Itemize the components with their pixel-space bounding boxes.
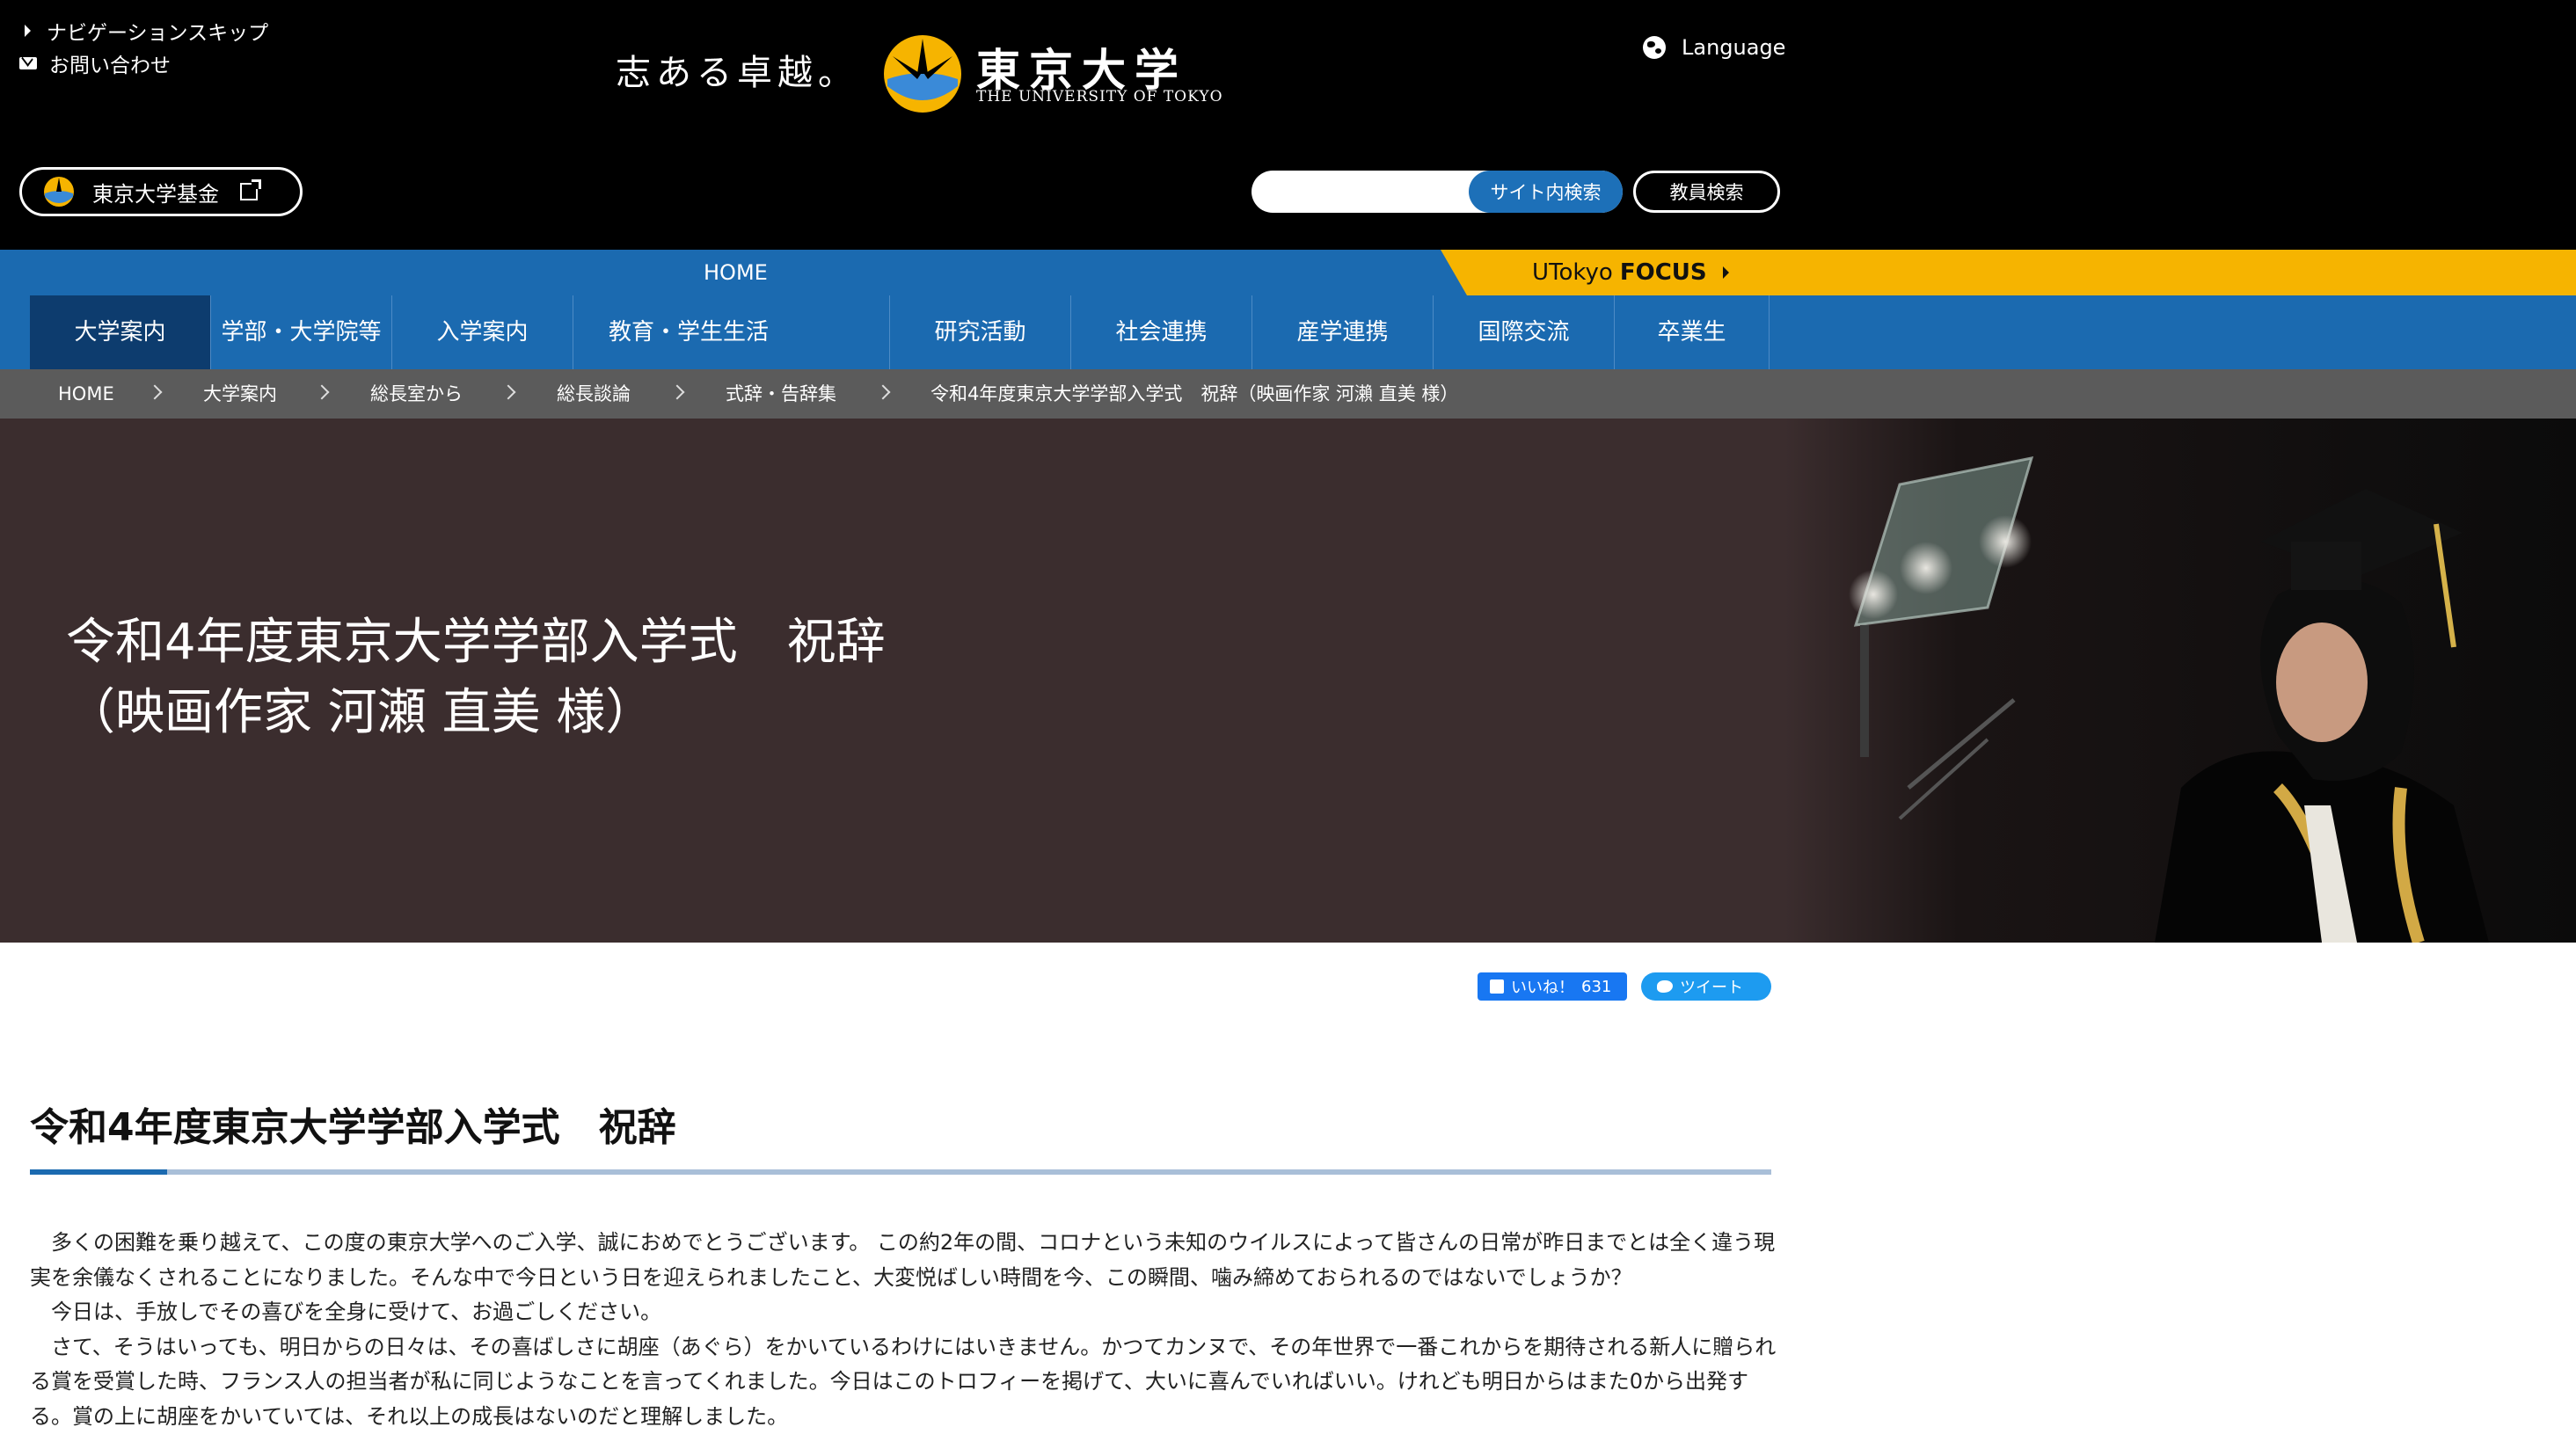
thumbs-up-icon [1490, 979, 1504, 994]
speaker-photo [1785, 419, 2576, 943]
breadcrumb-president-office[interactable]: 総長室から [370, 369, 463, 419]
nav-item-admissions[interactable]: 入学案内 [392, 295, 573, 369]
fund-label: 東京大学基金 [92, 181, 219, 207]
nav-item-about[interactable]: 大学案内 [30, 295, 210, 369]
breadcrumb-president-talks[interactable]: 総長談論 [557, 369, 631, 419]
utokyo-fund-button[interactable]: 東京大学基金 [19, 167, 303, 216]
tweet-button[interactable]: ツイート [1641, 972, 1771, 1001]
caret-right-icon [1722, 266, 1729, 279]
utokyo-focus-link[interactable]: UTokyo FOCUS [1532, 250, 1729, 295]
title-underline [30, 1169, 1771, 1175]
nav-divider [1769, 295, 1770, 369]
breadcrumb-current: 令和4年度東京大学学部入学式 祝辞（映画作家 河瀨 直美 様） [930, 383, 1459, 404]
tweet-label: ツイート [1680, 979, 1743, 997]
globe-icon [1643, 36, 1666, 59]
nav-divider [391, 295, 392, 369]
site-search-input[interactable] [1269, 176, 1466, 209]
faculty-search-button[interactable]: 教員検索 [1633, 171, 1780, 213]
contact-link[interactable]: お問い合わせ [19, 48, 171, 78]
contact-label: お問い合わせ [49, 55, 171, 77]
focus-prefix: UTokyo [1532, 259, 1613, 286]
language-switcher[interactable]: Language [1643, 35, 1785, 60]
nav-divider [1433, 295, 1434, 369]
site-header: ナビゲーションスキップ お問い合わせ 志ある卓越。 東京大学 THE UNIVE… [0, 0, 2576, 250]
nav-item-social-engagement[interactable]: 社会連携 [1071, 295, 1252, 369]
article-body: 多くの困難を乗り越えて、この度の東京大学へのご入学、誠におめでとうございます。 … [30, 1226, 1780, 1434]
external-link-icon [240, 179, 261, 200]
nav-item-faculties[interactable]: 学部・大学院等 [211, 295, 391, 369]
focus-bold: FOCUS [1619, 259, 1707, 286]
nav-divider [1614, 295, 1615, 369]
hero-title-line2: （映画作家 河瀬 直美 様） [66, 684, 655, 741]
caret-right-icon [25, 25, 31, 37]
skip-navigation-label: ナビゲーションスキップ [47, 22, 269, 45]
nav-divider [210, 295, 211, 369]
like-label: いいね！ [1511, 979, 1574, 997]
home-link[interactable]: HOME [704, 250, 768, 295]
hero-title: 令和4年度東京大学学部入学式 祝辞 （映画作家 河瀬 直美 様） [66, 608, 886, 748]
nav-item-research[interactable]: 研究活動 [890, 295, 1070, 369]
university-logo-en: THE UNIVERSITY OF TOKYO [976, 88, 1223, 106]
breadcrumb-home[interactable]: HOME [58, 369, 114, 419]
article-paragraph: 今日は、手放しでその喜びを全身に受けて、お過ごしください。 [30, 1300, 662, 1324]
skip-navigation-link[interactable]: ナビゲーションスキップ [19, 16, 268, 46]
article-title: 令和4年度東京大学学部入学式 祝辞 [30, 1105, 676, 1150]
fund-emblem-icon [44, 177, 74, 207]
like-count: 631 [1581, 977, 1612, 996]
ginkgo-emblem-icon[interactable] [882, 33, 963, 114]
nav-item-alumni[interactable]: 卒業生 [1615, 295, 1769, 369]
site-search-button[interactable]: サイト内検索 [1469, 171, 1623, 213]
breadcrumb-about[interactable]: 大学案内 [203, 369, 277, 419]
facebook-like-button[interactable]: いいね！ 631 [1478, 972, 1627, 1001]
hero-title-line1: 令和4年度東京大学学部入学式 祝辞 [66, 614, 886, 671]
nav-divider [889, 295, 890, 369]
breadcrumb-addresses[interactable]: 式辞・告辞集 [726, 369, 836, 419]
tagline: 志ある卓越。 [616, 53, 858, 93]
hero-banner: 令和4年度東京大学学部入学式 祝辞 （映画作家 河瀬 直美 様） [0, 419, 2576, 943]
nav-item-industry-collaboration[interactable]: 産学連携 [1252, 295, 1433, 369]
title-underline-accent [30, 1169, 167, 1175]
mail-icon [19, 57, 37, 69]
language-label: Language [1682, 35, 1786, 60]
article-paragraph: さて、そうはいっても、明日からの日々は、その喜ばしさに胡座（あぐら）をかいている… [30, 1334, 1777, 1429]
nav-item-education[interactable]: 教育・学生生活 [573, 295, 804, 369]
nav-item-international[interactable]: 国際交流 [1434, 295, 1614, 369]
article-paragraph: 多くの困難を乗り越えて、この度の東京大学へのご入学、誠におめでとうございます。 … [30, 1230, 1776, 1290]
twitter-bird-icon [1657, 980, 1673, 993]
nav-divider [1070, 295, 1071, 369]
